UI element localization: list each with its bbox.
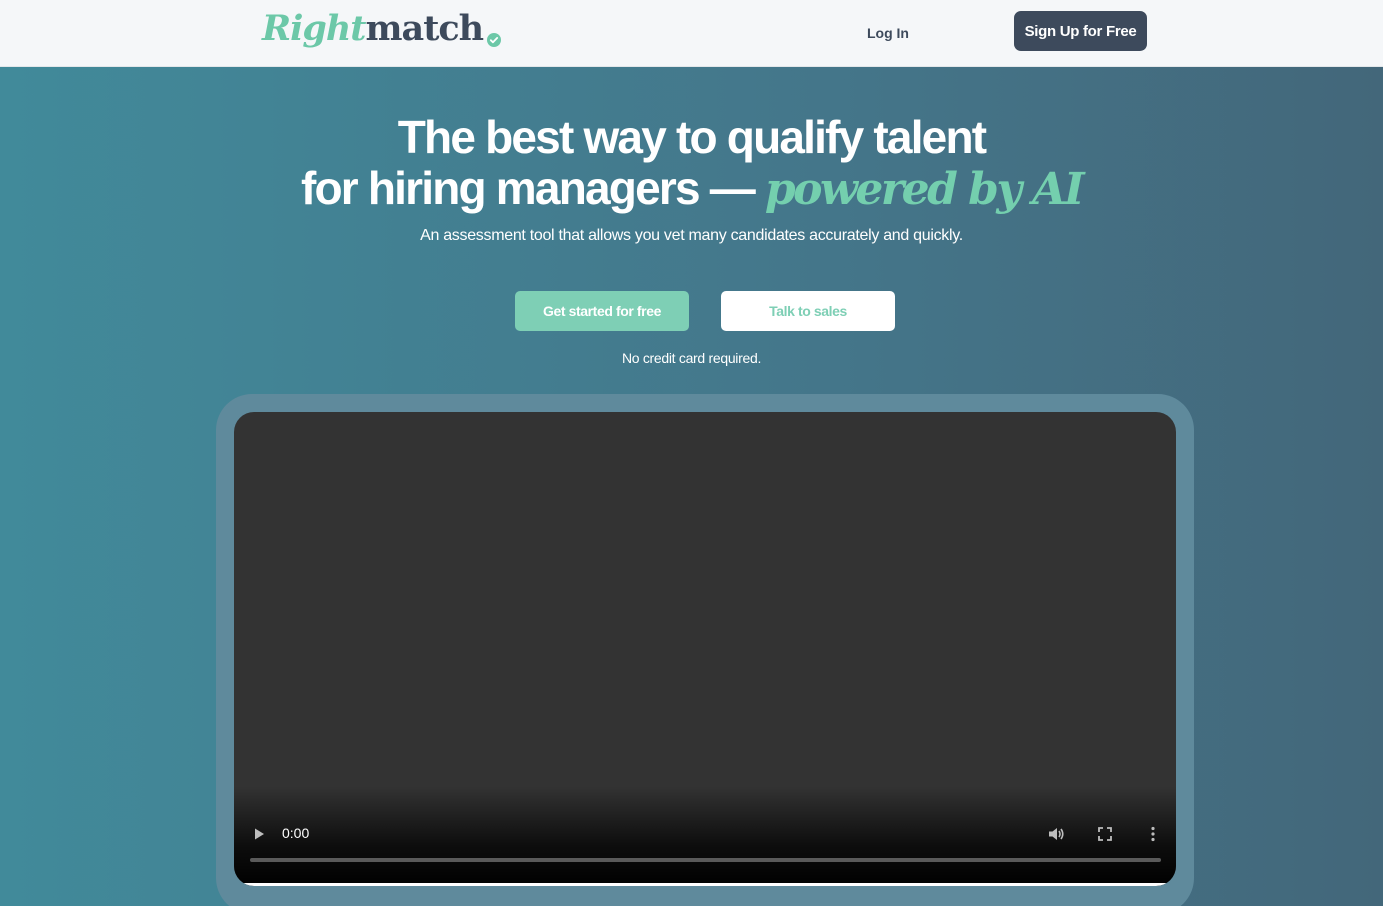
get-started-button[interactable]: Get started for free bbox=[515, 291, 689, 331]
hero-title-line2: for hiring managers — bbox=[300, 162, 765, 214]
no-credit-card-note: No credit card required. bbox=[621, 350, 762, 366]
hero-subtitle: An assessment tool that allows you vet m… bbox=[420, 227, 963, 244]
talk-to-sales-button[interactable]: Talk to sales bbox=[721, 291, 895, 331]
video-progress-bar[interactable] bbox=[250, 858, 1161, 862]
logo-right-text: Right bbox=[262, 8, 366, 49]
more-vertical-icon[interactable] bbox=[1144, 825, 1162, 843]
check-circle-icon bbox=[487, 33, 502, 47]
fullscreen-icon[interactable] bbox=[1096, 825, 1114, 843]
logo[interactable]: Right match bbox=[262, 8, 502, 54]
hero-title-accent: powered by AI bbox=[764, 164, 1085, 215]
signup-button[interactable]: Sign Up for Free bbox=[1014, 11, 1147, 51]
play-icon[interactable] bbox=[252, 827, 266, 841]
volume-icon[interactable] bbox=[1047, 825, 1065, 843]
hero-title: The best way to qualify talent for hirin… bbox=[0, 111, 1383, 216]
video-bottom-edge bbox=[234, 883, 1176, 886]
login-link[interactable]: Log In bbox=[858, 22, 918, 44]
hero-title-line1: The best way to qualify talent bbox=[397, 111, 987, 163]
video-player[interactable]: 0:00 bbox=[234, 412, 1176, 886]
logo-match-text: match bbox=[365, 8, 484, 49]
navbar: Right match Log In Sign Up for Free bbox=[0, 0, 1383, 67]
video-time: 0:00 bbox=[282, 825, 310, 841]
video-controls-overlay bbox=[234, 786, 1176, 886]
